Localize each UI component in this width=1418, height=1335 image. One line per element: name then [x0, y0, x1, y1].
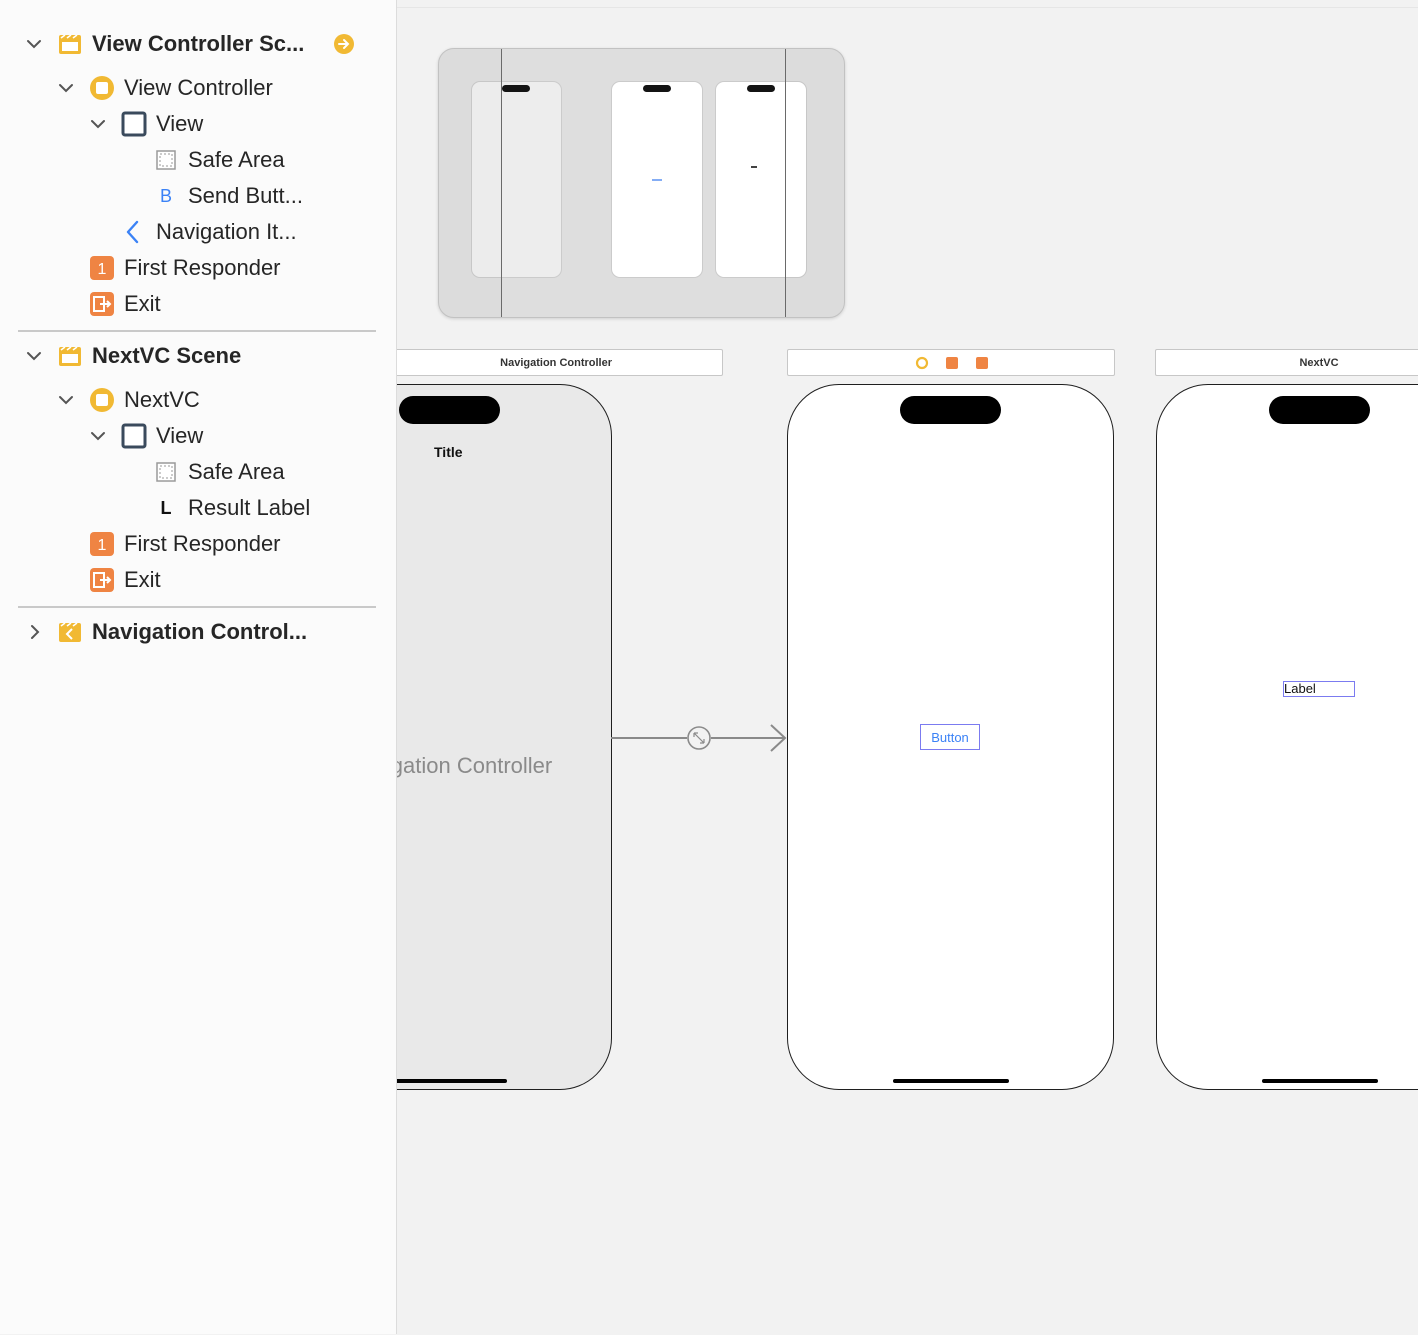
outline-item-first-responder[interactable]: First Responder [124, 254, 281, 282]
result-label[interactable]: Label [1283, 681, 1355, 697]
safe-area-icon [153, 147, 179, 173]
document-outline: View Controller Sc... View Controller Vi… [0, 0, 397, 1334]
outline-item-view[interactable]: View [156, 110, 203, 138]
view-controller-icon [89, 75, 115, 101]
dynamic-island [1269, 396, 1370, 424]
chevron-down-icon[interactable] [24, 34, 44, 54]
chevron-down-icon[interactable] [56, 390, 76, 410]
navigation-item-icon [121, 219, 147, 245]
nav-bar-title: Title [434, 444, 463, 460]
svg-text:1: 1 [98, 537, 107, 554]
outline-item-result-label[interactable]: Result Label [188, 494, 310, 522]
outline-item-nextvc-scene[interactable]: NextVC Scene [92, 342, 241, 370]
outline-item-view[interactable]: View [156, 422, 203, 450]
outline-item-nav-controller-scene[interactable]: Navigation Control... [92, 618, 307, 646]
exit-icon [89, 291, 115, 317]
nextvc-frame[interactable]: Label [1156, 384, 1418, 1090]
outline-item-exit[interactable]: Exit [124, 566, 161, 594]
outline-item-navigation-item[interactable]: Navigation It... [156, 218, 297, 246]
divider [18, 330, 376, 332]
chevron-down-icon[interactable] [88, 426, 108, 446]
chevron-right-icon[interactable] [25, 622, 45, 642]
outline-item-first-responder[interactable]: First Responder [124, 530, 281, 558]
view-controller-icon [89, 387, 115, 413]
chevron-down-icon[interactable] [24, 346, 44, 366]
scene-title-bar[interactable]: Navigation Controller [397, 349, 723, 376]
divider [18, 606, 376, 608]
scene-dock-icons[interactable] [911, 356, 991, 370]
scene-title-bar[interactable] [787, 349, 1115, 376]
minimap-viewport[interactable] [501, 49, 785, 317]
scene-icon [57, 31, 83, 57]
svg-text:1: 1 [98, 261, 107, 278]
scene-title: NextVC [1299, 356, 1339, 369]
dynamic-island [900, 396, 1001, 424]
outline-item-view-controller[interactable]: View Controller [124, 74, 273, 102]
scene-icon [57, 343, 83, 369]
scene-title-bar[interactable]: NextVC [1155, 349, 1418, 376]
send-button[interactable]: Button [920, 724, 980, 750]
outline-item-safe-area[interactable]: Safe Area [188, 458, 285, 486]
dynamic-island [399, 396, 500, 424]
first-responder-icon: 1 [89, 531, 115, 557]
home-indicator [397, 1079, 507, 1083]
outline-item-safe-area[interactable]: Safe Area [188, 146, 285, 174]
minimap[interactable] [438, 48, 845, 318]
first-responder-icon: 1 [89, 255, 115, 281]
storyboard-canvas[interactable]: Navigation Controller Title Navigation C… [397, 7, 1418, 1335]
chevron-down-icon[interactable] [56, 78, 76, 98]
view-icon [121, 423, 147, 449]
view-icon [121, 111, 147, 137]
navigation-controller-frame[interactable]: Title Navigation Controller [397, 384, 612, 1090]
outline-item-vc-scene[interactable]: View Controller Sc... [92, 30, 304, 58]
scene-icon [57, 619, 83, 645]
exit-icon [89, 567, 115, 593]
outline-item-exit[interactable]: Exit [124, 290, 161, 318]
segue-arrow[interactable] [611, 720, 789, 756]
nav-controller-placeholder: Navigation Controller [397, 753, 553, 778]
home-indicator [893, 1079, 1009, 1083]
outline-item-send-button[interactable]: Send Butt... [188, 182, 303, 210]
view-controller-frame[interactable]: Button [787, 384, 1114, 1090]
scene-title: Navigation Controller [500, 356, 612, 369]
home-indicator [1262, 1079, 1378, 1083]
safe-area-icon [153, 459, 179, 485]
chevron-down-icon[interactable] [88, 114, 108, 134]
button-icon: B [159, 185, 172, 206]
outline-item-nextvc[interactable]: NextVC [124, 386, 200, 414]
label-icon: L [160, 497, 172, 518]
arrow-right-circle-icon[interactable] [332, 32, 356, 56]
